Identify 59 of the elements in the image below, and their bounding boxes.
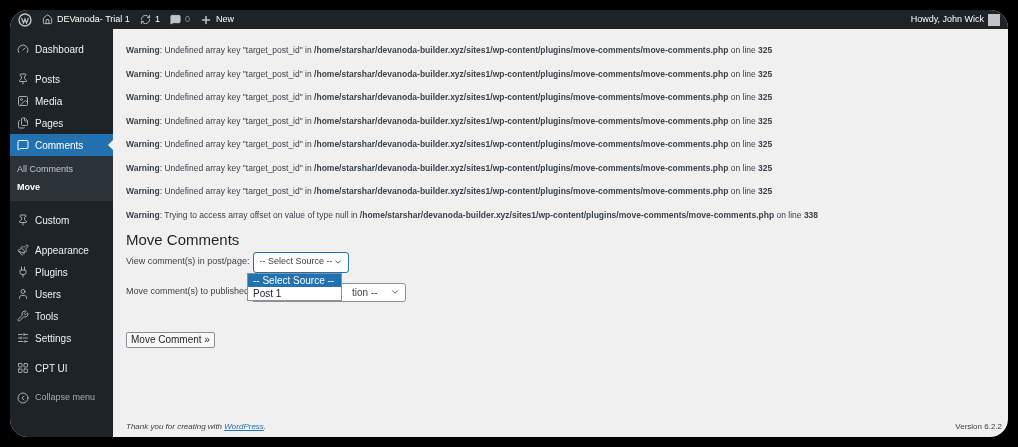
menu-icon bbox=[17, 139, 29, 151]
site-link[interactable]: DEVanoda- Trial 1 bbox=[42, 12, 130, 27]
menu-icon bbox=[17, 362, 29, 374]
home-icon bbox=[42, 14, 53, 25]
menu-icon bbox=[17, 43, 29, 55]
move-comment-button[interactable]: Move Comment » bbox=[126, 331, 215, 348]
source-select[interactable]: -- Select Source -- bbox=[253, 251, 350, 273]
collapse-menu-button[interactable]: Collapse menu bbox=[10, 387, 113, 409]
warning-message: Warning: Undefined array key "target_post_id" in /home/starshar/devanoda-builder.xyz/sites1/wp-content/plugins/move-comments/move-comments.php on line 325 bbox=[126, 138, 774, 151]
footer-text: Thank you for creating with WordPress. bbox=[126, 421, 267, 433]
comments-link[interactable]: 0 bbox=[169, 12, 190, 27]
menu-item[interactable]: Comments bbox=[10, 134, 113, 156]
page-title: Move Comments bbox=[126, 230, 241, 249]
menu-icon bbox=[17, 266, 29, 278]
warning-message: Warning: Undefined array key "target_post_id" in /home/starshar/devanoda-builder.xyz/sites1/wp-content/plugins/move-comments/move-comments.php on line 325 bbox=[126, 185, 774, 198]
refresh-icon bbox=[139, 14, 151, 25]
field-label: Move comment(s) to published bbox=[126, 285, 250, 299]
updates-link[interactable]: 1 bbox=[139, 12, 160, 27]
plus-icon bbox=[199, 13, 212, 26]
new-link[interactable]: New bbox=[199, 12, 234, 27]
wordpress-logo-icon[interactable] bbox=[18, 12, 32, 27]
menu-item[interactable]: Plugins bbox=[10, 261, 113, 283]
menu-item[interactable]: Appearance bbox=[10, 239, 113, 261]
menu-icon bbox=[17, 214, 29, 226]
menu-item[interactable]: Users bbox=[10, 283, 113, 305]
menu-icon bbox=[17, 244, 29, 256]
dropdown-option[interactable]: -- Select Source -- bbox=[248, 273, 341, 287]
warning-message: Warning: Trying to access array offset on value of type null in /home/starshar/devanoda-builder.xyz/sites1/wp-content/plugins/move-comments/move-comments.php on line 338 bbox=[126, 208, 820, 222]
menu-icon bbox=[17, 73, 29, 85]
menu-item[interactable]: Tools bbox=[10, 305, 113, 327]
caret-icon bbox=[333, 257, 344, 267]
menu-icon bbox=[17, 332, 29, 344]
warning-message: Warning: Undefined array key "target_post_id" in /home/starshar/devanoda-builder.xyz/sites1/wp-content/plugins/move-comments/move-comments.php on line 325 bbox=[126, 91, 774, 104]
field-label: View comment(s) in post/page: bbox=[126, 255, 250, 269]
menu-item[interactable]: Media bbox=[10, 90, 113, 112]
warning-message: Warning: Undefined array key "target_post_id" in /home/starshar/devanoda-builder.xyz/sites1/wp-content/plugins/move-comments/move-comments.php on line 325 bbox=[126, 161, 774, 175]
warning-message: Warning: Undefined array key "target_post_id" in /home/starshar/devanoda-builder.xyz/sites1/wp-content/plugins/move-comments/move-comments.php on line 325 bbox=[126, 67, 774, 81]
comment-icon bbox=[169, 14, 181, 25]
dropdown-option[interactable]: Post 1 bbox=[248, 286, 341, 300]
menu-item[interactable]: CPT UI bbox=[10, 357, 113, 379]
version-text: Version 6.2.2 bbox=[955, 421, 1002, 433]
menu-item[interactable]: Settings bbox=[10, 327, 113, 349]
menu-icon bbox=[17, 117, 29, 129]
collapse-icon bbox=[17, 392, 29, 404]
caret-icon bbox=[390, 287, 401, 297]
menu-icon bbox=[17, 288, 29, 300]
menu-icon bbox=[17, 310, 29, 322]
avatar-icon bbox=[988, 13, 1000, 26]
menu-item[interactable]: Pages bbox=[10, 112, 113, 134]
submenu-item[interactable]: Move bbox=[10, 178, 113, 196]
menu-item[interactable]: Posts bbox=[10, 68, 113, 90]
menu-item[interactable]: Dashboard bbox=[10, 38, 113, 60]
account-link[interactable]: Howdy, John Wick bbox=[910, 12, 1000, 27]
warning-message: Warning: Undefined array key "target_post_id" in /home/starshar/devanoda-builder.xyz/sites1/wp-content/plugins/move-comments/move-comments.php on line 325 bbox=[126, 44, 774, 57]
current-pointer-icon bbox=[108, 140, 113, 150]
warning-message: Warning: Undefined array key "target_post_id" in /home/starshar/devanoda-builder.xyz/sites1/wp-content/plugins/move-comments/move-comments.php on line 325 bbox=[126, 114, 774, 128]
menu-item[interactable]: Custom bbox=[10, 209, 113, 231]
submenu-item[interactable]: All Comments bbox=[10, 161, 113, 179]
menu-icon bbox=[17, 95, 29, 107]
